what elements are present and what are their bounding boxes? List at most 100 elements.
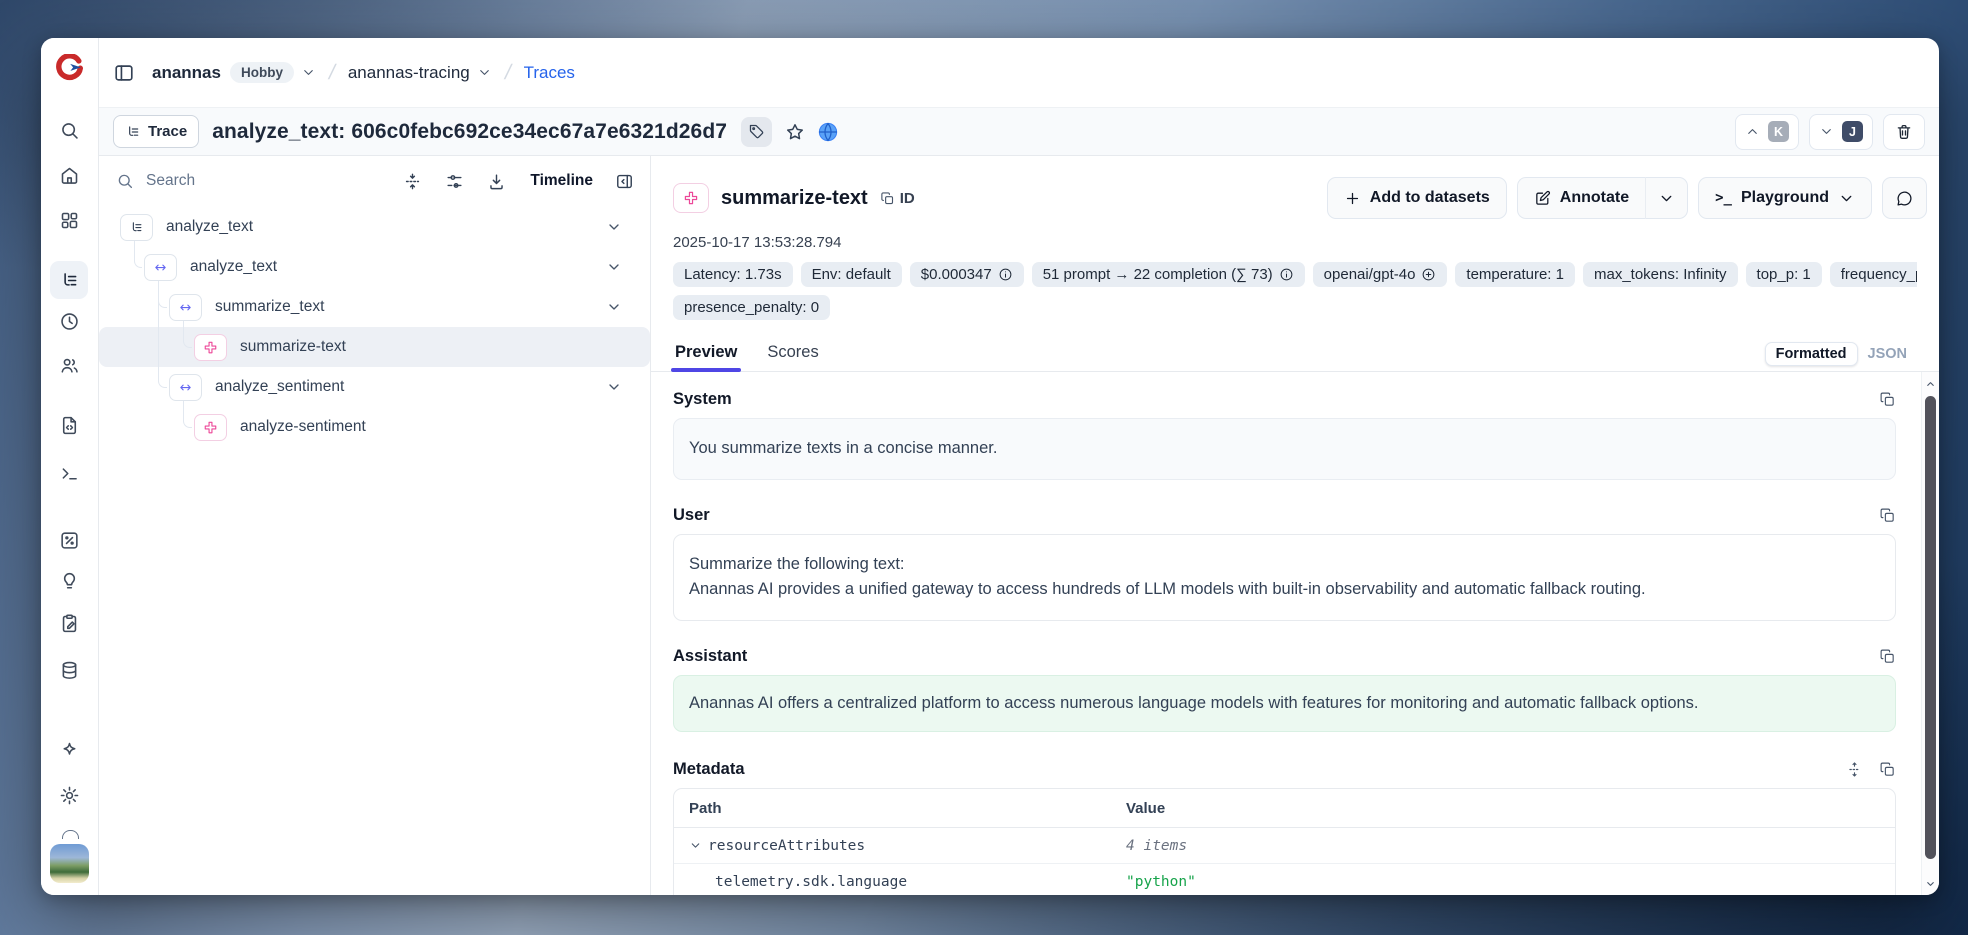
- collapsed-item-arc: [62, 830, 79, 839]
- format-formatted-button[interactable]: Formatted: [1765, 342, 1858, 366]
- trace-type-chip: Trace: [113, 115, 199, 148]
- annotate-dropdown-button[interactable]: [1645, 177, 1688, 219]
- message-content: Anannas AI offers a centralized platform…: [673, 675, 1896, 733]
- sessions-clock-icon[interactable]: [50, 302, 88, 340]
- scroll-up-arrow[interactable]: [1922, 376, 1939, 392]
- filter-sliders-icon[interactable]: [445, 172, 464, 191]
- badge-label: frequency_penalty: 0: [1841, 266, 1917, 283]
- expand-rows-icon[interactable]: [1846, 761, 1863, 778]
- home-icon[interactable]: [50, 156, 88, 194]
- tree-node-summarize-text[interactable]: summarize-text: [99, 327, 650, 367]
- search-icon: [116, 172, 134, 190]
- param-badge: top_p: 1: [1746, 262, 1822, 287]
- annotation-clipboard-icon[interactable]: [50, 604, 88, 642]
- datasets-database-icon[interactable]: [50, 651, 88, 689]
- add-to-datasets-button[interactable]: Add to datasets: [1327, 177, 1507, 219]
- trace-tree: analyze_text analyze_text summarize_textsu…: [99, 207, 650, 447]
- tree-node-summarize_text[interactable]: summarize_text: [99, 287, 650, 327]
- message-role: User: [673, 506, 710, 525]
- plan-badge: Hobby: [230, 62, 294, 83]
- plus-circle-icon[interactable]: [1421, 267, 1436, 282]
- terminal-glyph: >_: [1715, 190, 1732, 206]
- org-name[interactable]: anannas: [152, 63, 221, 83]
- users-icon[interactable]: [50, 346, 88, 384]
- param-badge: max_tokens: Infinity: [1583, 262, 1738, 287]
- chevron-down-icon[interactable]: [689, 839, 702, 852]
- detail-tabs: Preview Scores Formatted JSON: [651, 337, 1939, 372]
- tree-node-label: analyze_text: [166, 218, 253, 236]
- chevron-down-icon[interactable]: [606, 259, 622, 275]
- format-json-button[interactable]: JSON: [1862, 343, 1914, 365]
- tab-scores[interactable]: Scores: [765, 337, 820, 371]
- shortcut-key-j: J: [1842, 121, 1863, 142]
- tree-node-label: summarize-text: [240, 338, 346, 356]
- param-badge: $0.000347: [910, 262, 1024, 287]
- timeline-toggle[interactable]: Timeline: [530, 172, 593, 190]
- prompts-file-icon[interactable]: [50, 406, 88, 444]
- next-trace-button[interactable]: J: [1809, 114, 1873, 150]
- copy-icon[interactable]: [1879, 761, 1896, 778]
- trace-icon: [120, 214, 153, 241]
- chevron-down-icon: [1838, 190, 1855, 207]
- comment-bubble-icon: [1896, 190, 1913, 207]
- comments-button[interactable]: [1882, 177, 1927, 219]
- scroll-down-arrow[interactable]: [1922, 875, 1939, 891]
- globe-icon[interactable]: [817, 121, 839, 143]
- chevron-down-icon[interactable]: [606, 219, 622, 235]
- generation-icon: [673, 183, 709, 213]
- insights-bulb-icon[interactable]: [50, 561, 88, 599]
- copy-icon[interactable]: [1879, 391, 1896, 408]
- chevron-down-icon[interactable]: [477, 65, 492, 80]
- tree-connector: [134, 240, 142, 268]
- metadata-row[interactable]: resourceAttributes4 items: [674, 828, 1895, 864]
- collapse-panel-icon[interactable]: [615, 172, 634, 191]
- tree-node-analyze_sentiment[interactable]: analyze_sentiment: [99, 367, 650, 407]
- tag-icon[interactable]: [741, 117, 772, 147]
- chevron-down-icon[interactable]: [606, 379, 622, 395]
- info-icon[interactable]: [1279, 267, 1294, 282]
- param-badge: presence_penalty: 0: [673, 295, 830, 320]
- message-content: Summarize the following text: Anannas AI…: [673, 534, 1896, 621]
- download-icon[interactable]: [487, 172, 506, 191]
- star-icon[interactable]: [785, 122, 805, 142]
- tab-preview[interactable]: Preview: [673, 337, 739, 371]
- collapse-all-icon[interactable]: [403, 172, 422, 191]
- dashboard-icon[interactable]: [50, 201, 88, 239]
- chevron-down-icon[interactable]: [606, 299, 622, 315]
- chevron-down-icon[interactable]: [301, 65, 316, 80]
- badge-label: $0.000347: [921, 266, 992, 283]
- sidebar-toggle-icon[interactable]: [113, 62, 135, 84]
- copy-icon[interactable]: [1879, 507, 1896, 524]
- copy-id-button[interactable]: ID: [880, 190, 915, 207]
- settings-gear-icon[interactable]: [50, 776, 88, 814]
- message-role: Assistant: [673, 647, 747, 666]
- tracing-icon[interactable]: [50, 261, 88, 299]
- prev-trace-button[interactable]: K: [1735, 114, 1799, 150]
- playground-terminal-icon[interactable]: [50, 454, 88, 492]
- scrollbar-thumb[interactable]: [1925, 396, 1936, 859]
- tree-connector: [183, 400, 192, 428]
- tree-search[interactable]: [116, 171, 380, 191]
- search-input[interactable]: [144, 171, 318, 191]
- tree-node-label: analyze-sentiment: [240, 418, 366, 436]
- delete-trace-button[interactable]: [1883, 114, 1925, 150]
- tree-node-analyze_text[interactable]: analyze_text: [99, 247, 650, 287]
- upgrade-sparkle-icon[interactable]: [50, 731, 88, 769]
- tree-node-label: analyze_text: [190, 258, 277, 276]
- tree-node-analyze-sentiment[interactable]: analyze-sentiment: [99, 407, 650, 447]
- tree-node-analyze_text[interactable]: analyze_text: [99, 207, 650, 247]
- vertical-scrollbar[interactable]: [1921, 372, 1939, 895]
- info-icon[interactable]: [998, 267, 1013, 282]
- search-icon[interactable]: [50, 111, 88, 149]
- traces-link[interactable]: Traces: [524, 63, 575, 83]
- app-logo-icon[interactable]: [56, 54, 83, 81]
- copy-icon[interactable]: [1879, 648, 1896, 665]
- playground-button[interactable]: >_ Playground: [1698, 177, 1872, 219]
- user-avatar[interactable]: [50, 844, 89, 883]
- evaluators-percent-icon[interactable]: [50, 521, 88, 559]
- project-name[interactable]: anannas-tracing: [348, 63, 470, 83]
- metadata-value: 4 items: [1111, 838, 1895, 854]
- param-badge: frequency_penalty: 0: [1830, 262, 1917, 287]
- shortcut-key-k: K: [1768, 121, 1789, 142]
- annotate-button[interactable]: Annotate: [1517, 177, 1645, 219]
